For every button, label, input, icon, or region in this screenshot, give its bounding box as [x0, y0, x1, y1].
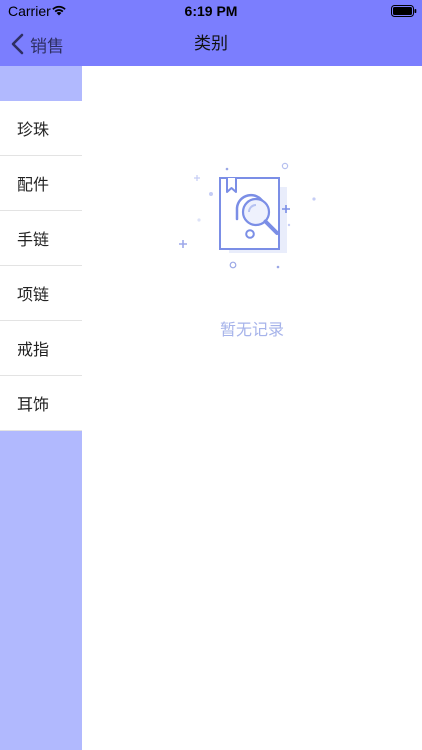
- sidebar-item-accessories[interactable]: 配件: [0, 156, 82, 211]
- sidebar-item-label: 耳饰: [17, 395, 50, 414]
- status-time: 6:19 PM: [184, 3, 238, 19]
- sidebar-item-label: 项链: [17, 285, 50, 304]
- navigation-bar: 销售 类别: [0, 22, 422, 66]
- top-bar: Carrier 6:19 PM 销售 类别: [0, 0, 422, 66]
- category-sidebar: 珍珠 配件 手链 项链 戒指 耳饰: [0, 66, 82, 750]
- empty-state-message: 暂无记录: [219, 320, 284, 339]
- sidebar-item-bracelet[interactable]: 手链: [0, 211, 82, 266]
- sidebar-item-label: 配件: [17, 175, 50, 194]
- sidebar-item-label: 珍珠: [17, 120, 50, 139]
- empty-document-search-icon: [179, 162, 316, 269]
- page-title: 类别: [194, 34, 228, 54]
- status-bar: Carrier 6:19 PM: [0, 0, 422, 22]
- sidebar-header-spacer: [0, 66, 82, 101]
- sidebar-item-earrings[interactable]: 耳饰: [0, 376, 82, 431]
- battery-icon: [391, 5, 417, 17]
- sidebar-item-label: 手链: [17, 230, 50, 249]
- sidebar-item-ring[interactable]: 戒指: [0, 321, 82, 376]
- sidebar-item-label: 戒指: [17, 340, 50, 359]
- sidebar-item-pearl[interactable]: 珍珠: [0, 101, 82, 156]
- sidebar-item-necklace[interactable]: 项链: [0, 266, 82, 321]
- empty-state-panel: 暂无记录: [82, 66, 422, 750]
